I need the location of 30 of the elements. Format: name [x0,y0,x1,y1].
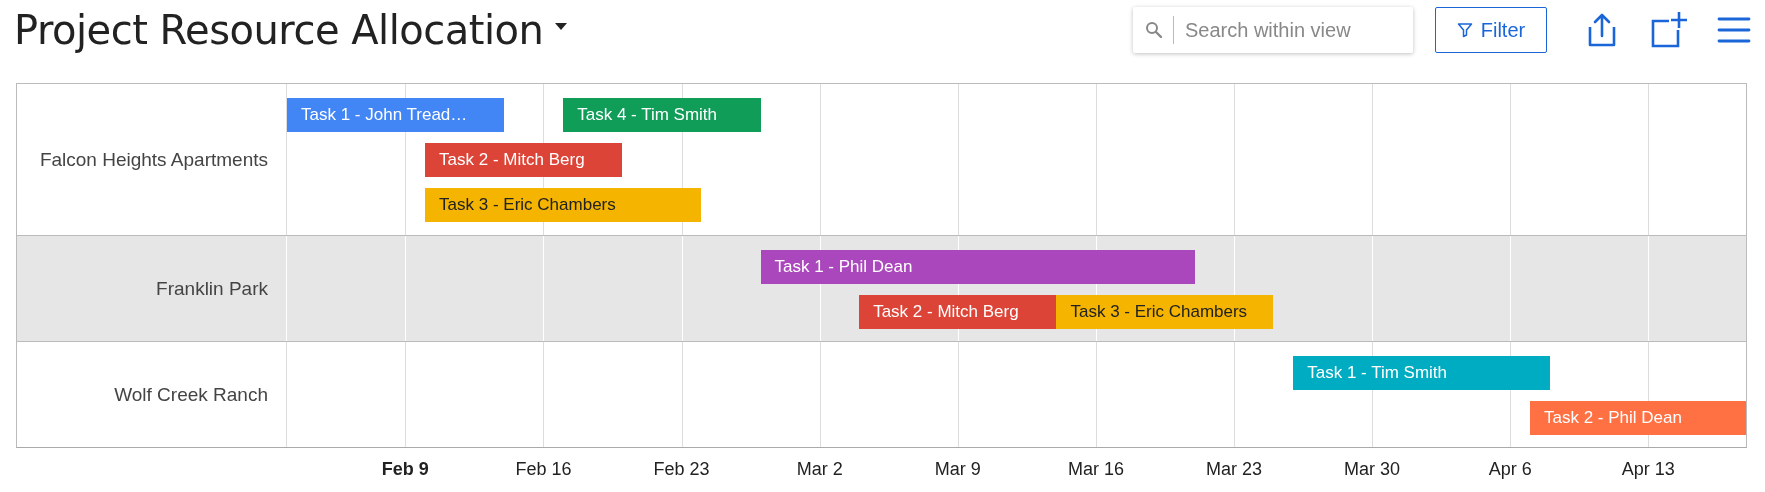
axis-label: Feb 9 [381,459,429,480]
axis-label: Mar 30 [1344,459,1401,480]
page-title: Project Resource Allocation [14,7,544,53]
task-bar[interactable]: Task 2 - Mitch Berg [859,295,1057,329]
search-field[interactable]: Search within view [1133,7,1413,53]
search-icon [1145,21,1163,39]
filter-icon [1456,22,1473,38]
axis-label: Feb 16 [515,459,572,480]
task-bar[interactable]: Task 4 - Tim Smith [563,98,761,132]
axis-label: Feb 23 [653,459,710,480]
task-bar[interactable]: Task 3 - Eric Chambers [425,188,702,222]
caret-icon[interactable] [555,22,568,30]
row-label: Wolf Creek Ranch [114,383,268,406]
add-window-icon[interactable] [1649,11,1687,49]
task-bar[interactable]: Task 3 - Eric Chambers [1056,295,1274,329]
task-bar[interactable]: Task 1 - Phil Dean [760,250,1195,284]
axis-label: Mar 23 [1206,459,1263,480]
axis-label: Mar 2 [796,459,843,480]
filter-button[interactable]: Filter [1435,7,1547,53]
axis-label: Apr 6 [1488,459,1532,480]
row-label: Franklin Park [156,277,268,300]
axis-label: Mar 16 [1067,459,1124,480]
task-bar[interactable]: Task 1 - Tim Smith [1293,356,1550,390]
task-bar[interactable]: Task 2 - Mitch Berg [425,143,623,177]
axis-label: Mar 9 [934,459,981,480]
task-bar[interactable]: Task 2 - Phil Dean [1529,401,1746,435]
axis-label: Apr 13 [1621,459,1675,480]
menu-icon[interactable] [1717,16,1751,44]
row-label: Falcon Heights Apartments [39,148,268,171]
task-bar[interactable]: Task 1 - John Tread… [287,98,504,132]
